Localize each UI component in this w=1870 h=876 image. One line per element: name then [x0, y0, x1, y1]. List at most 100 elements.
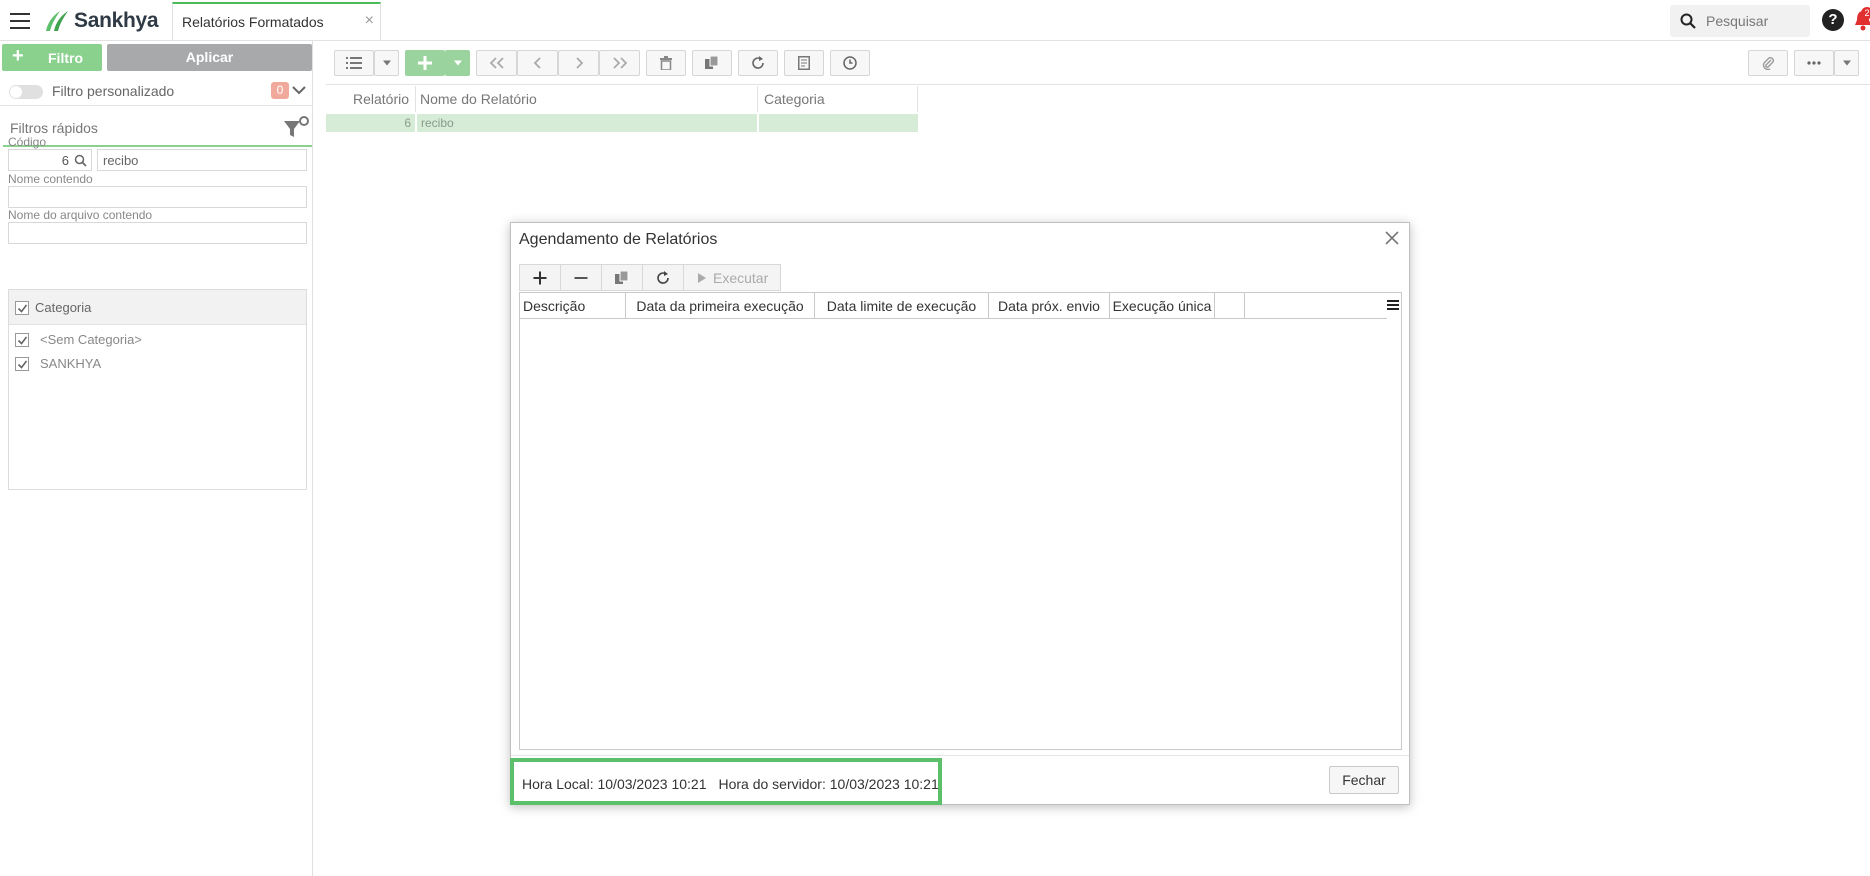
copy-button[interactable] [692, 50, 732, 76]
cell-nome: recibo [417, 114, 757, 132]
brand-name: Sankhya [74, 9, 159, 32]
schedule-table-header: Descrição Data da primeira execução Data… [520, 293, 1387, 319]
time-info-highlight: Hora Local: 10/03/2023 10:21 Hora do serv… [510, 758, 942, 805]
copy-schedule-button[interactable] [601, 264, 643, 291]
refresh-icon [657, 270, 669, 284]
previous-record-button[interactable] [517, 50, 558, 76]
grid-toolbar [326, 41, 1870, 85]
categoria-checkbox[interactable] [15, 357, 29, 371]
filtro-button[interactable]: + Filtro [2, 44, 102, 71]
categoria-filter: Categoria <Sem Categoria> SANKHYA [8, 289, 307, 490]
column-header-execucao-unica[interactable]: Execução única [1110, 293, 1215, 319]
categoria-label: Categoria [35, 300, 92, 315]
categoria-checkbox[interactable] [15, 333, 29, 347]
attachment-button[interactable] [1748, 50, 1788, 76]
chevron-right-icon [575, 57, 583, 69]
plus-icon: + [12, 45, 24, 67]
custom-filter-count-badge: 0 [271, 82, 289, 99]
chevron-down-icon[interactable] [292, 84, 306, 96]
list-icon [346, 57, 362, 69]
scheduling-dialog: Agendamento de Relatórios Executar Descr… [510, 222, 1410, 805]
categoria-item[interactable]: SANKHYA [9, 352, 306, 376]
dialog-footer: Hora Local: 10/03/2023 10:21 Hora do serv… [510, 755, 1409, 805]
brand-logo[interactable]: Sankhya [42, 8, 159, 34]
tab-label: Relatórios Formatados [182, 14, 324, 30]
paperclip-icon [1762, 57, 1774, 70]
add-dropdown-button[interactable] [445, 50, 470, 76]
sankhya-logo-icon [46, 11, 68, 31]
tab-relatorios-formatados[interactable]: Relatórios Formatados × [172, 2, 381, 40]
delete-button[interactable] [646, 50, 686, 76]
categoria-all-checkbox[interactable] [15, 301, 29, 315]
more-options-dropdown[interactable] [1834, 50, 1859, 76]
filter-settings-icon[interactable] [281, 115, 311, 141]
custom-filter-label: Filtro personalizado [52, 83, 175, 99]
dialog-title: Agendamento de Relatórios [519, 231, 718, 248]
execute-button[interactable]: Executar [683, 264, 781, 291]
refresh-schedule-button[interactable] [642, 264, 684, 291]
custom-filter-row: Filtro personalizado 0 [0, 76, 313, 106]
server-time: Hora do servidor: 10/03/2023 10:21 [718, 776, 939, 792]
close-icon[interactable] [1383, 229, 1401, 247]
menu-icon[interactable] [10, 13, 30, 29]
nome-contendo-input[interactable] [8, 186, 307, 208]
fechar-button[interactable]: Fechar [1329, 766, 1399, 794]
codigo-value: 6 [61, 153, 69, 168]
arquivo-label: Nome do arquivo contendo [8, 208, 153, 222]
view-list-button[interactable] [334, 50, 374, 76]
view-dropdown-button[interactable] [374, 50, 399, 76]
column-header-descricao[interactable]: Descrição [520, 293, 626, 319]
plus-icon [533, 271, 547, 284]
cell-categoria [759, 114, 918, 132]
next-record-button[interactable] [558, 50, 599, 76]
codigo-label: Código [8, 135, 47, 149]
column-menu-icon[interactable] [1386, 298, 1400, 312]
search-icon[interactable] [74, 154, 87, 167]
notification-badge: 2 [1861, 7, 1870, 19]
arquivo-contendo-input[interactable] [8, 222, 307, 244]
search-box[interactable]: Pesquisar [1670, 5, 1810, 37]
column-header-primeira-execucao[interactable]: Data da primeira execução [626, 293, 815, 319]
plus-icon [418, 56, 432, 70]
refresh-button[interactable] [738, 50, 778, 76]
help-icon[interactable]: ? [1822, 9, 1844, 31]
caret-down-icon [382, 60, 391, 66]
codigo-name-field[interactable]: recibo [97, 149, 307, 171]
more-options-button[interactable] [1794, 50, 1834, 76]
codigo-name-value: recibo [103, 153, 139, 168]
column-header-relatorio[interactable]: Relatório [326, 86, 416, 112]
filtro-label: Filtro [48, 50, 83, 66]
categoria-header[interactable]: Categoria [9, 290, 306, 325]
search-placeholder: Pesquisar [1706, 13, 1769, 29]
codigo-input[interactable]: 6 [8, 149, 92, 171]
categoria-item-label: <Sem Categoria> [40, 332, 142, 347]
chevron-left-icon [533, 57, 541, 69]
schedule-button[interactable] [830, 50, 870, 76]
search-icon [1680, 13, 1696, 29]
quick-filters-header: Filtros rápidos [3, 109, 312, 147]
caret-down-icon [453, 60, 462, 66]
local-time: Hora Local: 10/03/2023 10:21 [522, 776, 707, 792]
add-button[interactable] [405, 50, 445, 76]
column-header-proximo-envio[interactable]: Data próx. envio [989, 293, 1110, 319]
column-header-categoria[interactable]: Categoria [758, 86, 918, 112]
copy-icon [615, 270, 629, 284]
add-schedule-button[interactable] [519, 264, 561, 291]
top-bar: Sankhya Relatórios Formatados × Pesquisa… [0, 0, 1870, 41]
column-header-limite-execucao[interactable]: Data limite de execução [815, 293, 989, 319]
custom-filter-toggle[interactable] [9, 85, 43, 99]
remove-schedule-button[interactable] [560, 264, 602, 291]
first-record-button[interactable] [476, 50, 517, 76]
refresh-icon [752, 56, 764, 69]
close-tab-icon[interactable]: × [365, 12, 374, 30]
last-record-button[interactable] [599, 50, 640, 76]
report-button[interactable] [784, 50, 824, 76]
filter-sidebar: + Filtro Aplicar Filtro personalizado 0 … [0, 41, 313, 876]
categoria-item-label: SANKHYA [40, 356, 102, 371]
column-header-nome[interactable]: Nome do Relatório [416, 86, 758, 112]
cell-relatorio: 6 [326, 114, 415, 132]
clock-icon [843, 56, 857, 70]
aplicar-button[interactable]: Aplicar [107, 44, 312, 71]
categoria-item[interactable]: <Sem Categoria> [9, 328, 306, 352]
document-icon [798, 56, 810, 70]
